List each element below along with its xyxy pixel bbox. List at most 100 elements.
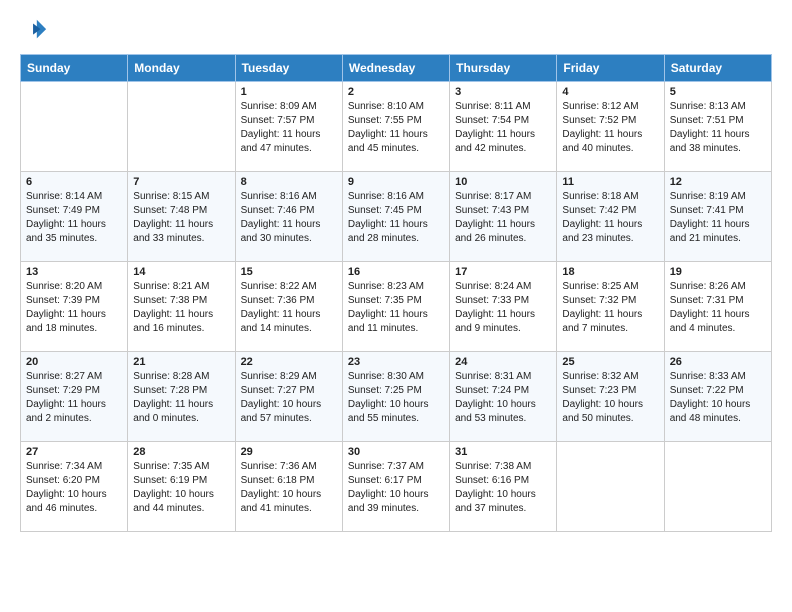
- day-detail: Sunrise: 8:23 AM Sunset: 7:35 PM Dayligh…: [348, 280, 444, 336]
- day-detail: Sunrise: 8:16 AM Sunset: 7:45 PM Dayligh…: [348, 190, 444, 246]
- calendar-cell: 23 Sunrise: 8:30 AM Sunset: 7:25 PM Dayli…: [342, 352, 449, 442]
- day-detail: Sunrise: 8:10 AM Sunset: 7:55 PM Dayligh…: [348, 100, 444, 156]
- logo-icon: [20, 16, 48, 44]
- day-detail: Sunrise: 8:13 AM Sunset: 7:51 PM Dayligh…: [670, 100, 766, 156]
- day-detail: Sunrise: 8:19 AM Sunset: 7:41 PM Dayligh…: [670, 190, 766, 246]
- day-detail: Sunrise: 8:12 AM Sunset: 7:52 PM Dayligh…: [562, 100, 658, 156]
- day-number: 2: [348, 86, 444, 98]
- day-number: 31: [455, 446, 551, 458]
- day-detail: Sunrise: 8:11 AM Sunset: 7:54 PM Dayligh…: [455, 100, 551, 156]
- day-number: 5: [670, 86, 766, 98]
- col-header-tuesday: Tuesday: [235, 55, 342, 82]
- day-detail: Sunrise: 8:14 AM Sunset: 7:49 PM Dayligh…: [26, 190, 122, 246]
- day-number: 14: [133, 266, 229, 278]
- calendar-cell: 30 Sunrise: 7:37 AM Sunset: 6:17 PM Dayli…: [342, 442, 449, 532]
- day-number: 13: [26, 266, 122, 278]
- day-number: 8: [241, 176, 337, 188]
- day-number: 26: [670, 356, 766, 368]
- day-number: 30: [348, 446, 444, 458]
- calendar-cell: [21, 82, 128, 172]
- day-detail: Sunrise: 7:37 AM Sunset: 6:17 PM Dayligh…: [348, 460, 444, 516]
- calendar-cell: 9 Sunrise: 8:16 AM Sunset: 7:45 PM Daylig…: [342, 172, 449, 262]
- col-header-thursday: Thursday: [450, 55, 557, 82]
- day-number: 24: [455, 356, 551, 368]
- day-number: 1: [241, 86, 337, 98]
- calendar-cell: 26Sunrise: 8:33 AM Sunset: 7:22 PM Dayli…: [664, 352, 771, 442]
- day-detail: Sunrise: 8:18 AM Sunset: 7:42 PM Dayligh…: [562, 190, 658, 246]
- day-number: 12: [670, 176, 766, 188]
- calendar-cell: 20 Sunrise: 8:27 AM Sunset: 7:29 PM Dayli…: [21, 352, 128, 442]
- day-number: 21: [133, 356, 229, 368]
- calendar-cell: 15Sunrise: 8:22 AM Sunset: 7:36 PM Dayli…: [235, 262, 342, 352]
- day-detail: Sunrise: 8:24 AM Sunset: 7:33 PM Dayligh…: [455, 280, 551, 336]
- calendar-cell: 8 Sunrise: 8:16 AM Sunset: 7:46 PM Daylig…: [235, 172, 342, 262]
- col-header-saturday: Saturday: [664, 55, 771, 82]
- logo: [20, 16, 52, 44]
- calendar-cell: 17 Sunrise: 8:24 AM Sunset: 7:33 PM Dayli…: [450, 262, 557, 352]
- col-header-sunday: Sunday: [21, 55, 128, 82]
- day-detail: Sunrise: 7:35 AM Sunset: 6:19 PM Dayligh…: [133, 460, 229, 516]
- day-detail: Sunrise: 8:16 AM Sunset: 7:46 PM Dayligh…: [241, 190, 337, 246]
- calendar-cell: 14 Sunrise: 8:21 AM Sunset: 7:38 PM Dayli…: [128, 262, 235, 352]
- day-detail: Sunrise: 8:32 AM Sunset: 7:23 PM Dayligh…: [562, 370, 658, 426]
- day-detail: Sunrise: 8:20 AM Sunset: 7:39 PM Dayligh…: [26, 280, 122, 336]
- calendar-cell: 28 Sunrise: 7:35 AM Sunset: 6:19 PM Dayli…: [128, 442, 235, 532]
- calendar-cell: [664, 442, 771, 532]
- calendar-cell: 19 Sunrise: 8:26 AM Sunset: 7:31 PM Dayli…: [664, 262, 771, 352]
- day-detail: Sunrise: 8:27 AM Sunset: 7:29 PM Dayligh…: [26, 370, 122, 426]
- week-row-3: 13 Sunrise: 8:20 AM Sunset: 7:39 PM Dayli…: [21, 262, 772, 352]
- day-number: 20: [26, 356, 122, 368]
- day-detail: Sunrise: 7:36 AM Sunset: 6:18 PM Dayligh…: [241, 460, 337, 516]
- day-number: 15: [241, 266, 337, 278]
- col-header-friday: Friday: [557, 55, 664, 82]
- day-detail: Sunrise: 8:29 AM Sunset: 7:27 PM Dayligh…: [241, 370, 337, 426]
- week-row-5: 27 Sunrise: 7:34 AM Sunset: 6:20 PM Dayli…: [21, 442, 772, 532]
- day-detail: Sunrise: 8:28 AM Sunset: 7:28 PM Dayligh…: [133, 370, 229, 426]
- day-number: 18: [562, 266, 658, 278]
- day-number: 11: [562, 176, 658, 188]
- day-detail: Sunrise: 8:09 AM Sunset: 7:57 PM Dayligh…: [241, 100, 337, 156]
- day-number: 16: [348, 266, 444, 278]
- header-row: SundayMondayTuesdayWednesdayThursdayFrid…: [21, 55, 772, 82]
- day-number: 28: [133, 446, 229, 458]
- week-row-1: 1 Sunrise: 8:09 AM Sunset: 7:57 PM Daylig…: [21, 82, 772, 172]
- day-detail: Sunrise: 8:17 AM Sunset: 7:43 PM Dayligh…: [455, 190, 551, 246]
- day-detail: Sunrise: 8:30 AM Sunset: 7:25 PM Dayligh…: [348, 370, 444, 426]
- day-detail: Sunrise: 7:34 AM Sunset: 6:20 PM Dayligh…: [26, 460, 122, 516]
- day-detail: Sunrise: 8:26 AM Sunset: 7:31 PM Dayligh…: [670, 280, 766, 336]
- calendar-cell: 4 Sunrise: 8:12 AM Sunset: 7:52 PM Daylig…: [557, 82, 664, 172]
- calendar-cell: 5 Sunrise: 8:13 AM Sunset: 7:51 PM Daylig…: [664, 82, 771, 172]
- calendar-cell: 16 Sunrise: 8:23 AM Sunset: 7:35 PM Dayli…: [342, 262, 449, 352]
- calendar-cell: 25 Sunrise: 8:32 AM Sunset: 7:23 PM Dayli…: [557, 352, 664, 442]
- calendar-cell: 24 Sunrise: 8:31 AM Sunset: 7:24 PM Dayli…: [450, 352, 557, 442]
- day-number: 6: [26, 176, 122, 188]
- day-detail: Sunrise: 8:31 AM Sunset: 7:24 PM Dayligh…: [455, 370, 551, 426]
- day-number: 27: [26, 446, 122, 458]
- calendar-cell: 22Sunrise: 8:29 AM Sunset: 7:27 PM Dayli…: [235, 352, 342, 442]
- col-header-monday: Monday: [128, 55, 235, 82]
- day-number: 4: [562, 86, 658, 98]
- calendar-cell: 1 Sunrise: 8:09 AM Sunset: 7:57 PM Daylig…: [235, 82, 342, 172]
- day-number: 17: [455, 266, 551, 278]
- day-detail: Sunrise: 8:21 AM Sunset: 7:38 PM Dayligh…: [133, 280, 229, 336]
- calendar-cell: 11 Sunrise: 8:18 AM Sunset: 7:42 PM Dayli…: [557, 172, 664, 262]
- col-header-wednesday: Wednesday: [342, 55, 449, 82]
- day-detail: Sunrise: 8:25 AM Sunset: 7:32 PM Dayligh…: [562, 280, 658, 336]
- calendar-cell: 10Sunrise: 8:17 AM Sunset: 7:43 PM Dayli…: [450, 172, 557, 262]
- day-number: 7: [133, 176, 229, 188]
- calendar-cell: [557, 442, 664, 532]
- calendar-cell: 31 Sunrise: 7:38 AM Sunset: 6:16 PM Dayli…: [450, 442, 557, 532]
- calendar-cell: 13 Sunrise: 8:20 AM Sunset: 7:39 PM Dayli…: [21, 262, 128, 352]
- day-number: 25: [562, 356, 658, 368]
- day-number: 29: [241, 446, 337, 458]
- day-number: 23: [348, 356, 444, 368]
- calendar-cell: 29 Sunrise: 7:36 AM Sunset: 6:18 PM Dayli…: [235, 442, 342, 532]
- day-number: 19: [670, 266, 766, 278]
- day-number: 9: [348, 176, 444, 188]
- day-detail: Sunrise: 7:38 AM Sunset: 6:16 PM Dayligh…: [455, 460, 551, 516]
- page-header: [20, 16, 772, 44]
- calendar-table: SundayMondayTuesdayWednesdayThursdayFrid…: [20, 54, 772, 532]
- day-number: 3: [455, 86, 551, 98]
- calendar-cell: 3 Sunrise: 8:11 AM Sunset: 7:54 PM Daylig…: [450, 82, 557, 172]
- calendar-cell: 7Sunrise: 8:15 AM Sunset: 7:48 PM Daylig…: [128, 172, 235, 262]
